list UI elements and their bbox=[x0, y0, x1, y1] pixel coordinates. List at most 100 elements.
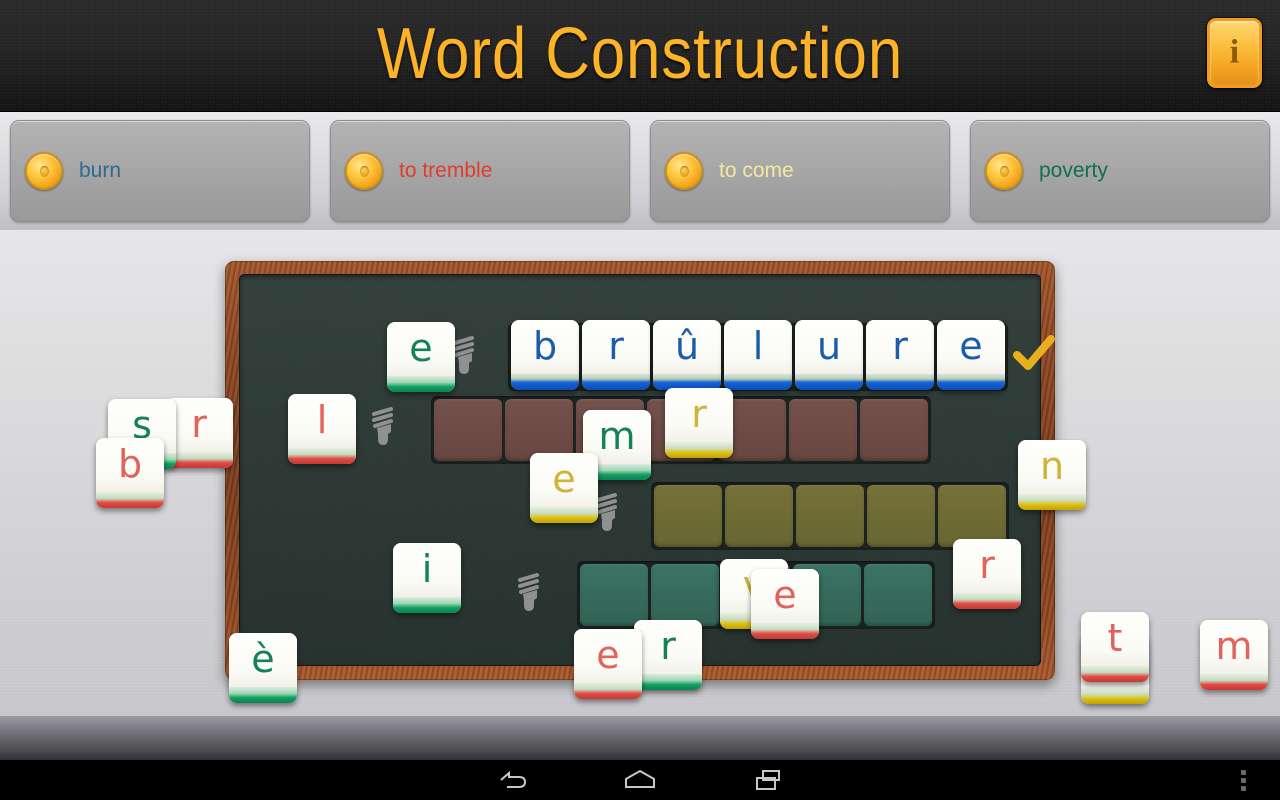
tile-letter: r bbox=[608, 324, 624, 368]
clue-bar: burn to tremble to come poverty bbox=[0, 112, 1280, 230]
tile-color-edge bbox=[393, 597, 461, 613]
tile-color-edge bbox=[866, 374, 934, 390]
letter-tile[interactable]: r bbox=[665, 388, 733, 458]
placed-letter-tile[interactable]: û bbox=[653, 320, 721, 390]
clue-text: to come bbox=[719, 159, 794, 182]
letter-tile[interactable]: b bbox=[96, 438, 164, 508]
tile-color-edge bbox=[937, 374, 1005, 390]
lightbulb-icon[interactable] bbox=[515, 570, 545, 616]
tile-letter: u bbox=[816, 324, 842, 368]
letter-slot[interactable] bbox=[505, 399, 573, 461]
tile-letter: e bbox=[773, 573, 797, 617]
coin-icon bbox=[345, 152, 383, 190]
letter-tile[interactable]: e bbox=[387, 322, 455, 392]
letter-slot[interactable] bbox=[580, 564, 648, 626]
tile-letter: e bbox=[596, 633, 620, 677]
tile-letter: m bbox=[1215, 624, 1253, 668]
tile-color-edge bbox=[1018, 494, 1086, 510]
lightbulb-icon[interactable] bbox=[369, 404, 399, 450]
letter-slot[interactable] bbox=[796, 485, 864, 547]
tile-color-edge bbox=[582, 374, 650, 390]
placed-letter-tile[interactable]: u bbox=[795, 320, 863, 390]
tile-color-edge bbox=[665, 442, 733, 458]
tile-color-edge bbox=[530, 507, 598, 523]
coin-icon bbox=[985, 152, 1023, 190]
floor-shadow bbox=[0, 716, 1280, 760]
tile-letter: r bbox=[691, 392, 707, 436]
tile-color-edge bbox=[1081, 666, 1149, 682]
tile-letter: r bbox=[660, 624, 676, 668]
tile-letter: û bbox=[674, 324, 700, 368]
letter-tile[interactable]: l bbox=[288, 394, 356, 464]
tile-letter: r bbox=[979, 543, 995, 587]
page-title: Word Construction bbox=[376, 14, 904, 94]
back-arrow-icon[interactable] bbox=[483, 766, 541, 794]
letter-slot[interactable] bbox=[938, 485, 1006, 547]
tile-letter: è bbox=[251, 637, 275, 681]
tile-letter: e bbox=[552, 457, 576, 501]
letter-tile[interactable]: i bbox=[393, 543, 461, 613]
letter-slot[interactable] bbox=[725, 485, 793, 547]
app-root: Word Construction i burn to tremble to com… bbox=[0, 0, 1280, 800]
tile-letter: i bbox=[421, 547, 433, 591]
tile-letter: b bbox=[532, 324, 558, 368]
tile-letter: l bbox=[752, 324, 764, 368]
recents-icon[interactable] bbox=[741, 766, 799, 794]
letter-tile[interactable]: t bbox=[1081, 612, 1149, 682]
placed-letter-tile[interactable]: e bbox=[937, 320, 1005, 390]
tile-letter: t bbox=[1107, 616, 1123, 660]
tile-letter: n bbox=[1039, 444, 1065, 488]
letter-tile[interactable]: n bbox=[1018, 440, 1086, 510]
tile-color-edge bbox=[1200, 674, 1268, 690]
check-icon bbox=[1012, 333, 1056, 377]
clue-card[interactable]: burn bbox=[10, 120, 310, 222]
android-navbar bbox=[0, 760, 1280, 800]
tile-letter: r bbox=[892, 324, 908, 368]
letter-slot[interactable] bbox=[434, 399, 502, 461]
coin-icon bbox=[665, 152, 703, 190]
tile-color-edge bbox=[724, 374, 792, 390]
placed-letter-tile[interactable]: r bbox=[866, 320, 934, 390]
letter-slot[interactable] bbox=[789, 399, 857, 461]
clue-card[interactable]: poverty bbox=[970, 120, 1270, 222]
tile-color-edge bbox=[229, 687, 297, 703]
coin-icon bbox=[25, 152, 63, 190]
tile-color-edge bbox=[288, 448, 356, 464]
letter-slot[interactable] bbox=[651, 564, 719, 626]
letter-tile[interactable]: r bbox=[634, 620, 702, 690]
tile-letter: e bbox=[409, 326, 433, 370]
tile-color-edge bbox=[795, 374, 863, 390]
app-header: Word Construction i bbox=[0, 0, 1280, 112]
tile-letter: b bbox=[117, 442, 143, 486]
letter-slot[interactable] bbox=[864, 564, 932, 626]
tile-color-edge bbox=[1081, 688, 1149, 704]
tile-letter: e bbox=[959, 324, 983, 368]
letter-slot[interactable] bbox=[867, 485, 935, 547]
tile-color-edge bbox=[953, 593, 1021, 609]
letter-tile[interactable]: r bbox=[953, 539, 1021, 609]
clue-text: burn bbox=[79, 159, 122, 182]
clue-card[interactable]: to come bbox=[650, 120, 950, 222]
clue-text: poverty bbox=[1039, 159, 1108, 182]
letter-slot[interactable] bbox=[654, 485, 722, 547]
home-icon[interactable] bbox=[611, 766, 669, 794]
letter-slot[interactable] bbox=[860, 399, 928, 461]
tile-color-edge bbox=[634, 674, 702, 690]
tile-color-edge bbox=[511, 374, 579, 390]
tile-color-edge bbox=[387, 376, 455, 392]
letter-tile[interactable]: e bbox=[751, 569, 819, 639]
info-button[interactable]: i bbox=[1207, 18, 1262, 88]
letter-tile[interactable]: m bbox=[1200, 620, 1268, 690]
placed-letter-tile[interactable]: r bbox=[582, 320, 650, 390]
letter-tile[interactable]: e bbox=[530, 453, 598, 523]
letter-tile[interactable]: e bbox=[574, 629, 642, 699]
placed-letter-tile[interactable]: b bbox=[511, 320, 579, 390]
tile-letter: l bbox=[316, 398, 328, 442]
tile-color-edge bbox=[751, 623, 819, 639]
clue-card[interactable]: to tremble bbox=[330, 120, 630, 222]
letter-tile[interactable]: è bbox=[229, 633, 297, 703]
tile-color-edge bbox=[96, 492, 164, 508]
placed-letter-tile[interactable]: l bbox=[724, 320, 792, 390]
clue-text: to tremble bbox=[399, 159, 493, 182]
overflow-menu-icon[interactable] bbox=[1236, 768, 1252, 792]
